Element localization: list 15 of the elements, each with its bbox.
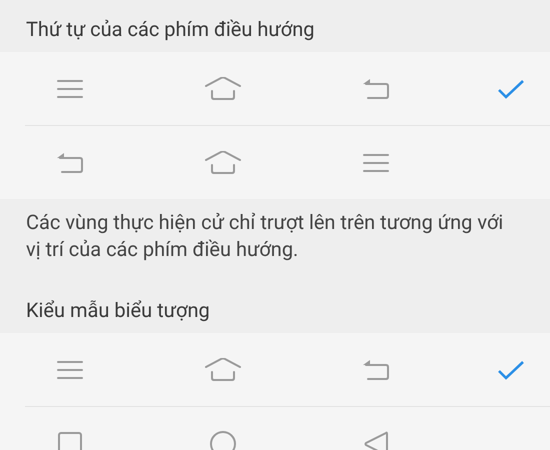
menu-icon xyxy=(57,78,83,98)
menu-icon xyxy=(57,360,83,380)
back-arrow-icon xyxy=(56,152,84,174)
section-title: Thứ tự của các phím điều hướng xyxy=(25,16,316,43)
menu-icon xyxy=(363,152,389,172)
check-icon xyxy=(497,78,525,98)
triangle-icon xyxy=(364,430,388,450)
section-title: Kiểu mẫu biểu tượng xyxy=(25,297,211,324)
house-icon xyxy=(205,76,241,100)
description-text: Các vùng thực hiện cử chỉ trượt lên trên tương ứng với vị trí của các phím điều hướng. xyxy=(26,209,504,263)
house-icon xyxy=(205,150,241,174)
check-icon xyxy=(497,360,525,380)
back-arrow-icon xyxy=(362,358,390,380)
back-arrow-icon xyxy=(362,78,390,100)
house-icon xyxy=(205,358,241,382)
